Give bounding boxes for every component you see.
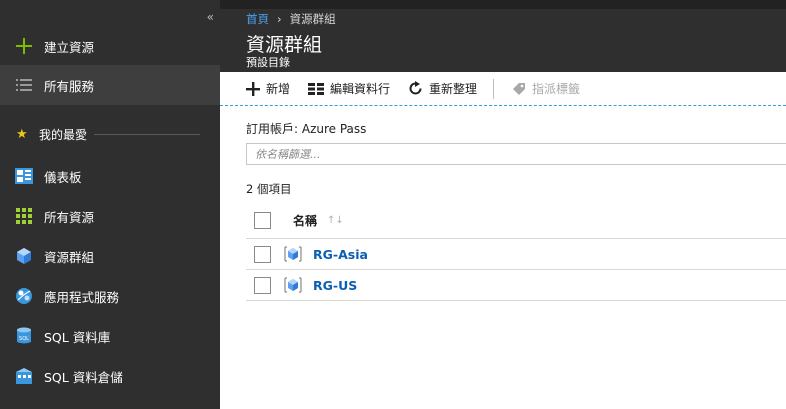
sidebar-item-label: SQL 資料倉儲 — [44, 369, 123, 385]
sidebar-item-app-services[interactable]: 應用程式服務 — [0, 276, 220, 316]
sidebar-item-dashboard[interactable]: 儀表板 — [0, 156, 220, 196]
sort-icon[interactable]: ↑↓ — [327, 215, 344, 226]
refresh-icon — [409, 81, 422, 95]
assign-tags-button[interactable]: 指派標籤 — [512, 80, 580, 97]
row-checkbox[interactable] — [254, 245, 271, 263]
row-checkbox[interactable] — [254, 276, 271, 294]
add-button[interactable]: 新增 — [246, 80, 290, 97]
edit-columns-button[interactable]: 編輯資料行 — [308, 80, 390, 97]
add-label: 新增 — [266, 82, 291, 96]
table-header-row: 名稱 ↑↓ — [246, 203, 786, 239]
edit-columns-label: 編輯資料行 — [330, 82, 391, 96]
subscription-value: Azure Pass — [301, 122, 367, 136]
star-icon: ★ — [16, 126, 28, 142]
svg-text:SQL: SQL — [19, 336, 29, 342]
cube-icon — [14, 246, 34, 266]
assign-tags-label: 指派標籤 — [532, 82, 581, 96]
sidebar-item-label: 資源群組 — [44, 249, 95, 265]
column-header-name[interactable]: 名稱 ↑↓ — [293, 212, 344, 229]
column-name-label: 名稱 — [293, 214, 318, 228]
resource-group-link[interactable]: RG-Asia — [313, 247, 368, 262]
sidebar-item-all-services[interactable]: 所有服務 — [0, 65, 220, 105]
header-strip — [220, 0, 786, 9]
item-count: 2 個項目 — [246, 182, 292, 196]
favorites-header: ★ 我的最愛 — [0, 124, 220, 144]
sidebar: « 建立資源 所有服務 ★ 我的最愛 儀表板 所有資源 資源群組 應用程式服務 … — [0, 0, 220, 409]
main-content: 訂用帳戶: Azure Pass 2 個項目 名稱 ↑↓ RG-Asia RG-… — [220, 107, 786, 409]
refresh-label: 重新整理 — [429, 82, 478, 96]
app-service-icon — [14, 286, 34, 306]
sidebar-item-create-resource[interactable]: 建立資源 — [0, 26, 220, 66]
sidebar-item-sql-databases[interactable]: SQL SQL 資料庫 — [0, 316, 220, 356]
sidebar-item-label: 儀表板 — [44, 169, 82, 185]
blade-header: 首頁 › 資源群組 資源群組 預設目錄 — [220, 0, 786, 72]
resource-group-icon — [284, 246, 302, 262]
add-icon — [246, 81, 260, 96]
sidebar-item-label: SQL 資料庫 — [44, 329, 111, 345]
collapse-sidebar-icon[interactable]: « — [207, 10, 214, 24]
tag-icon — [513, 82, 526, 95]
sql-database-icon: SQL — [14, 326, 34, 346]
breadcrumb-separator: › — [277, 12, 282, 26]
command-bar: 新增 編輯資料行 重新整理 指派標籤 — [220, 72, 786, 106]
dashboard-icon — [14, 166, 34, 186]
breadcrumb-home-link[interactable]: 首頁 — [246, 11, 269, 27]
sidebar-item-label: 建立資源 — [44, 39, 95, 55]
sidebar-item-all-resources[interactable]: 所有資源 — [0, 196, 220, 236]
breadcrumb-current: 資源群組 — [289, 12, 336, 26]
list-icon — [14, 75, 34, 95]
resource-group-link[interactable]: RG-US — [313, 278, 357, 293]
sidebar-item-label: 應用程式服務 — [44, 289, 120, 305]
resource-group-icon — [284, 277, 302, 293]
filter-by-name-input[interactable] — [246, 143, 786, 165]
columns-icon — [308, 82, 325, 95]
page-title: 資源群組 — [246, 34, 323, 56]
divider — [94, 134, 200, 135]
sidebar-item-label: 所有服務 — [44, 78, 95, 94]
subscription-info: 訂用帳戶: Azure Pass — [246, 120, 366, 137]
sql-warehouse-icon — [14, 366, 34, 386]
page-subtitle: 預設目錄 — [246, 56, 290, 69]
refresh-button[interactable]: 重新整理 — [408, 80, 477, 97]
select-all-checkbox[interactable] — [254, 212, 271, 229]
sidebar-item-resource-groups[interactable]: 資源群組 — [0, 236, 220, 276]
plus-icon — [14, 36, 34, 56]
toolbar-divider — [493, 78, 495, 99]
table-row: RG-Asia — [246, 239, 786, 270]
sidebar-item-sql-data-warehouses[interactable]: SQL 資料倉儲 — [0, 356, 220, 396]
breadcrumb: 首頁 › 資源群組 — [246, 11, 336, 27]
grid-icon — [14, 206, 34, 226]
resource-groups-table: 名稱 ↑↓ RG-Asia RG-US — [246, 203, 786, 301]
subscription-label: 訂用帳戶: — [246, 122, 299, 136]
sidebar-item-label: 所有資源 — [44, 209, 95, 225]
favorites-label: 我的最愛 — [39, 127, 88, 142]
table-row: RG-US — [246, 270, 786, 301]
